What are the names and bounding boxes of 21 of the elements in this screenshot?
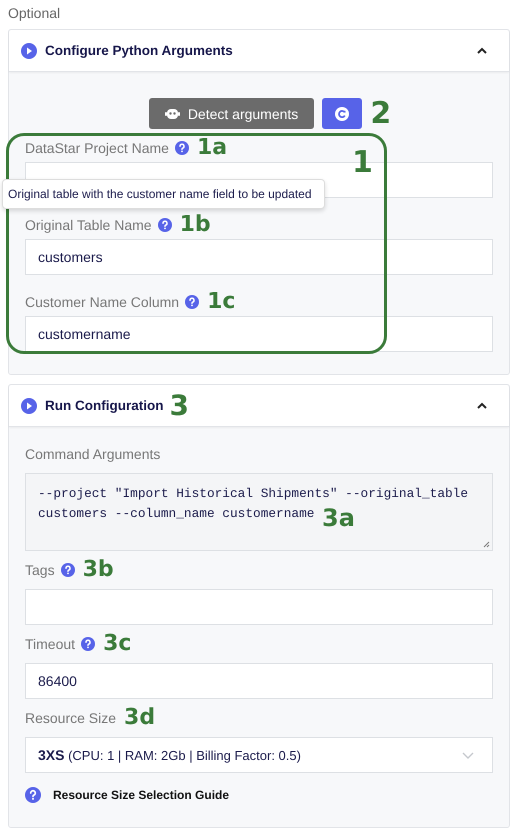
annotation-marker: 1: [352, 148, 373, 178]
annotation-marker: 1b: [180, 214, 211, 236]
field-label: Customer Name Column: [25, 294, 180, 310]
field-label: Timeout: [25, 636, 76, 652]
field-label: DataStar Project Name: [25, 140, 169, 156]
annotation-marker: 2: [370, 98, 392, 128]
panel-title: Configure Python Arguments: [45, 43, 233, 58]
field-label: Original Table Name: [25, 217, 152, 233]
field-label: Tags: [25, 562, 55, 578]
annotation-marker: 3a: [322, 508, 355, 528]
annotation-marker: 3d: [124, 707, 156, 729]
annotation-marker: 3b: [82, 559, 114, 581]
tooltip: Original table with the customer name field to be updated: [2, 179, 325, 209]
annotation-marker: 1a: [196, 137, 228, 159]
field-label: Resource Size: [25, 710, 116, 726]
field-label: Command Arguments: [25, 446, 160, 462]
annotation-marker: 3c: [103, 633, 132, 655]
annotation-marker: 3: [169, 392, 189, 420]
panel-title: Run Configuration: [45, 398, 164, 413]
annotation-marker: 1c: [207, 291, 236, 313]
section-label: Optional: [8, 5, 62, 21]
